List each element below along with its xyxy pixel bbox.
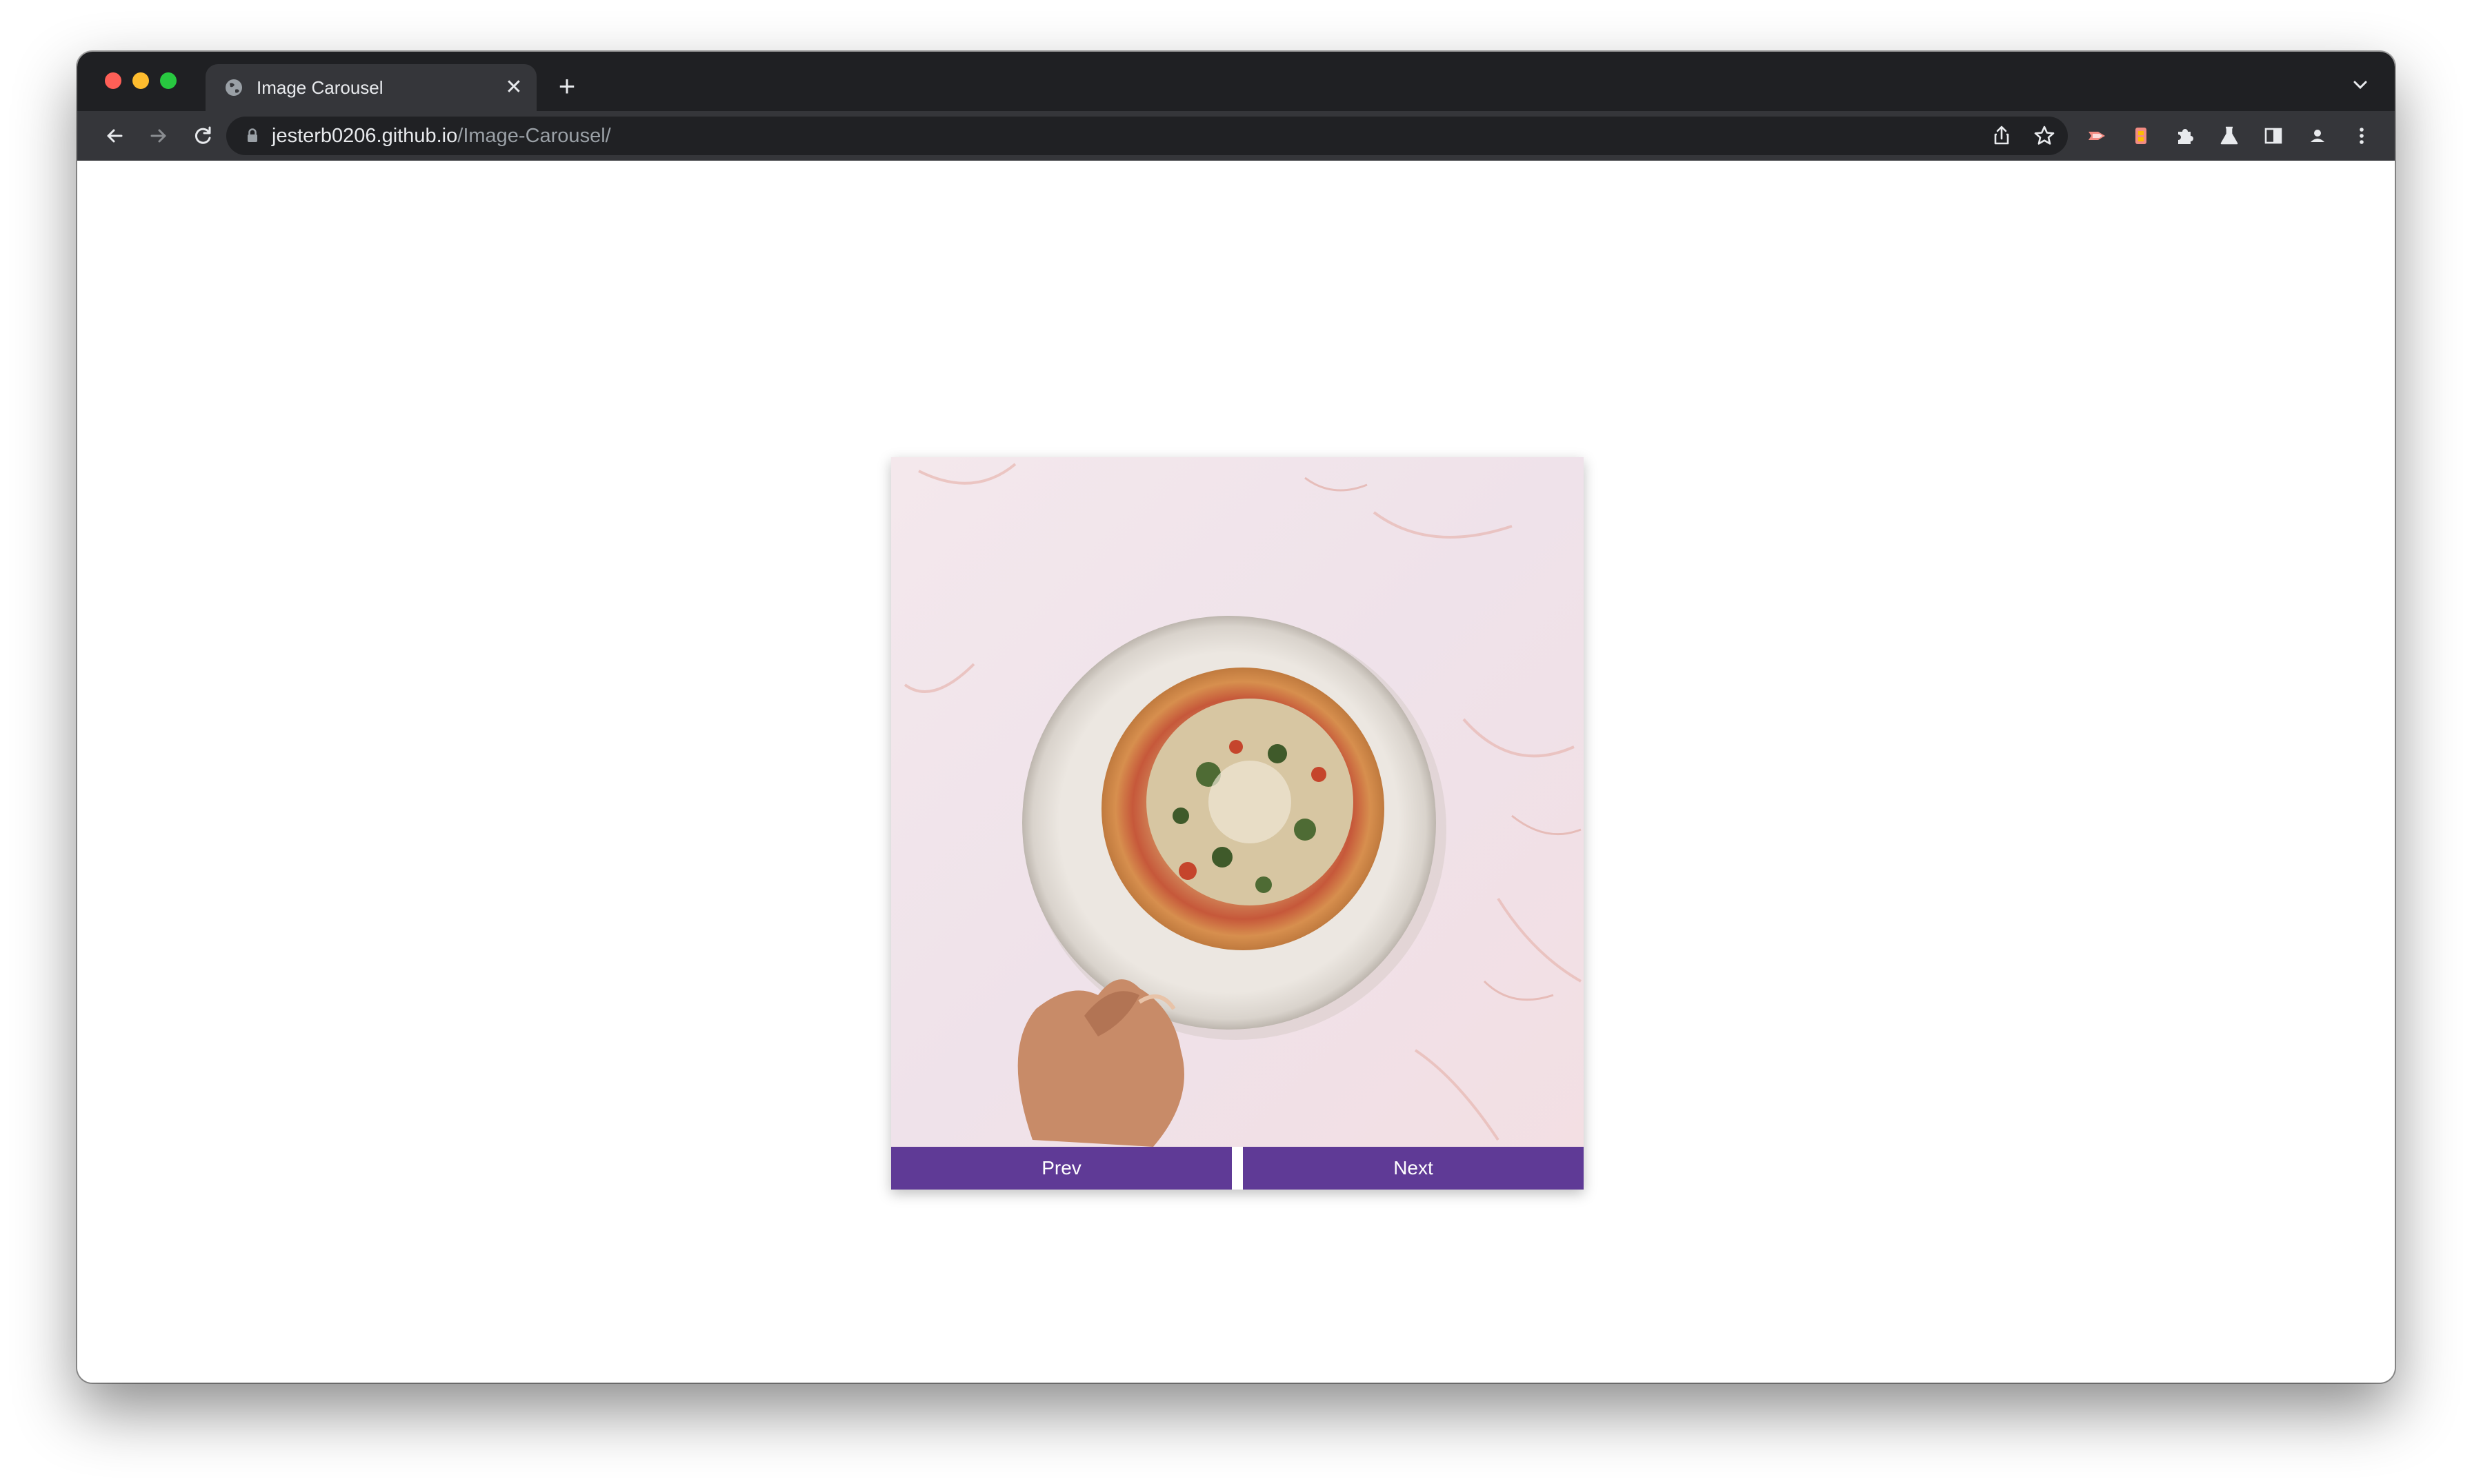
carousel-slide-image — [891, 457, 1584, 1147]
tab-image-carousel[interactable]: Image Carousel ✕ — [206, 64, 537, 111]
page-viewport: Prev Next — [77, 161, 2395, 1383]
bookmark-star-icon[interactable] — [2031, 122, 2058, 150]
forward-arrow-icon[interactable] — [145, 122, 172, 150]
reload-icon[interactable] — [189, 122, 217, 150]
close-window-button[interactable] — [105, 72, 121, 89]
extension-icon[interactable] — [2127, 122, 2155, 150]
puzzle-icon[interactable] — [2171, 122, 2199, 150]
browser-toolbar: jesterb0206.github.io/Image-Carousel/ — [77, 111, 2395, 161]
globe-icon — [223, 77, 244, 98]
zoom-window-button[interactable] — [160, 72, 177, 89]
back-arrow-icon[interactable] — [101, 122, 128, 150]
extension-icon[interactable] — [2083, 122, 2111, 150]
tab-title: Image Carousel — [257, 77, 383, 98]
url-host: jesterb0206.github.io — [272, 125, 458, 147]
tab-strip: Image Carousel ✕ + — [77, 52, 2395, 111]
side-panel-icon[interactable] — [2260, 122, 2287, 150]
browser-window: Image Carousel ✕ + jesterb0206.github.io… — [77, 52, 2395, 1383]
address-bar[interactable]: jesterb0206.github.io/Image-Carousel/ — [226, 117, 2068, 155]
more-menu-icon[interactable] — [2348, 122, 2375, 150]
image-carousel: Prev Next — [891, 457, 1584, 1190]
url-text: jesterb0206.github.io/Image-Carousel/ — [272, 117, 611, 155]
tab-close-icon[interactable]: ✕ — [504, 77, 524, 98]
labs-flask-icon[interactable] — [2215, 122, 2243, 150]
prev-button[interactable]: Prev — [891, 1147, 1232, 1190]
profile-icon[interactable] — [2304, 122, 2331, 150]
url-path: /Image-Carousel/ — [457, 125, 611, 147]
chevron-down-icon[interactable] — [2346, 71, 2374, 99]
lock-icon[interactable] — [241, 125, 263, 147]
share-icon[interactable] — [1988, 122, 2015, 150]
minimize-window-button[interactable] — [132, 72, 149, 89]
new-tab-button[interactable]: + — [552, 71, 582, 101]
next-button[interactable]: Next — [1243, 1147, 1584, 1190]
